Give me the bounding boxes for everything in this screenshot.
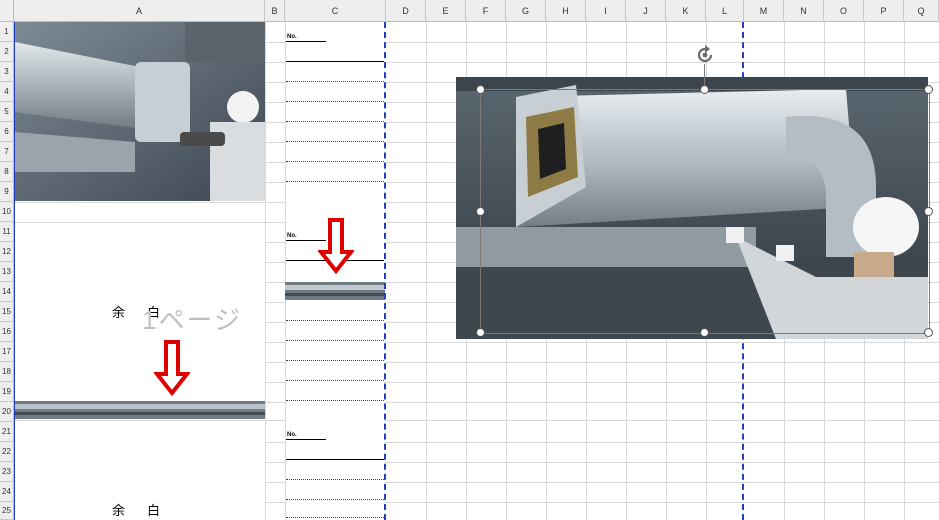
form-line [286,459,384,460]
down-arrow-icon [318,218,354,274]
resize-handle-left[interactable] [476,207,485,216]
rotate-handle-icon[interactable] [694,44,716,66]
memo-label-1: No. [287,34,297,40]
photo-duct-strip-small[interactable] [285,282,385,300]
col-header-o[interactable]: O [824,0,864,22]
grid-line [426,22,427,520]
select-all-corner[interactable] [0,0,14,22]
memo-underline [286,439,326,440]
row-header-21[interactable]: 21 [0,422,14,442]
col-header-p[interactable]: P [864,0,904,22]
row-header-22[interactable]: 22 [0,442,14,462]
photo-duct-worker-sealing[interactable] [15,22,265,201]
row-header-12[interactable]: 12 [0,242,14,262]
form-line [286,400,384,401]
col-header-h[interactable]: H [546,0,586,22]
row-header-23[interactable]: 23 [0,462,14,482]
resize-handle-top-left[interactable] [476,85,485,94]
selection-frame[interactable] [480,89,930,334]
resize-handle-bottom-right[interactable] [924,328,933,337]
form-line [286,161,384,162]
row-header-25[interactable]: 25 [0,502,14,520]
row-header-16[interactable]: 16 [0,322,14,342]
form-line [286,517,384,518]
resize-handle-right[interactable] [924,207,933,216]
form-line [286,61,384,62]
form-line [286,360,384,361]
page-break-line [384,22,386,520]
col-header-q[interactable]: Q [904,0,939,22]
col-header-j[interactable]: J [626,0,666,22]
resize-handle-top[interactable] [700,85,709,94]
row-header-2[interactable]: 2 [0,42,14,62]
memo-underline [286,41,326,42]
row-header-4[interactable]: 4 [0,82,14,102]
col-header-f[interactable]: F [466,0,506,22]
memo-label-3: No. [287,432,297,438]
form-line [286,380,384,381]
row-header-10[interactable]: 10 [0,202,14,222]
page-watermark: 1ページ [142,305,242,335]
form-line [286,101,384,102]
form-line [286,320,384,321]
col-header-a[interactable]: A [14,0,265,22]
blank-label-2: 余白 [112,503,183,518]
row-header-13[interactable]: 13 [0,262,14,282]
col-header-l[interactable]: L [706,0,744,22]
row-header-6[interactable]: 6 [0,122,14,142]
form-line [286,141,384,142]
row-header-19[interactable]: 19 [0,382,14,402]
row-header-11[interactable]: 11 [0,222,14,242]
col-header-c[interactable]: C [285,0,386,22]
form-line [286,479,384,480]
row-header-9[interactable]: 9 [0,182,14,202]
form-line [286,499,384,500]
resize-handle-top-right[interactable] [924,85,933,94]
row-header-24[interactable]: 24 [0,482,14,502]
row-header-1[interactable]: 1 [0,22,14,42]
col-header-i[interactable]: I [586,0,626,22]
form-line [286,181,384,182]
form-line [286,340,384,341]
row-header-5[interactable]: 5 [0,102,14,122]
col-header-d[interactable]: D [386,0,426,22]
col-header-n[interactable]: N [784,0,824,22]
row-header-3[interactable]: 3 [0,62,14,82]
col-header-b[interactable]: B [265,0,285,22]
grid-line [265,22,266,520]
row-header-14[interactable]: 14 [0,282,14,302]
row-header-8[interactable]: 8 [0,162,14,182]
row-header-7[interactable]: 7 [0,142,14,162]
col-header-m[interactable]: M [744,0,784,22]
row-header-15[interactable]: 15 [0,302,14,322]
row-header-18[interactable]: 18 [0,362,14,382]
row-header-17[interactable]: 17 [0,342,14,362]
col-header-e[interactable]: E [426,0,466,22]
form-line [286,81,384,82]
resize-handle-bottom-left[interactable] [476,328,485,337]
form-line [286,121,384,122]
col-header-k[interactable]: K [666,0,706,22]
photo-duct-strip[interactable] [15,401,265,419]
resize-handle-bottom[interactable] [700,328,709,337]
down-arrow-icon [154,340,190,396]
memo-label-2: No. [287,233,297,239]
grid-line [15,420,939,421]
col-header-g[interactable]: G [506,0,546,22]
row-header-20[interactable]: 20 [0,402,14,422]
